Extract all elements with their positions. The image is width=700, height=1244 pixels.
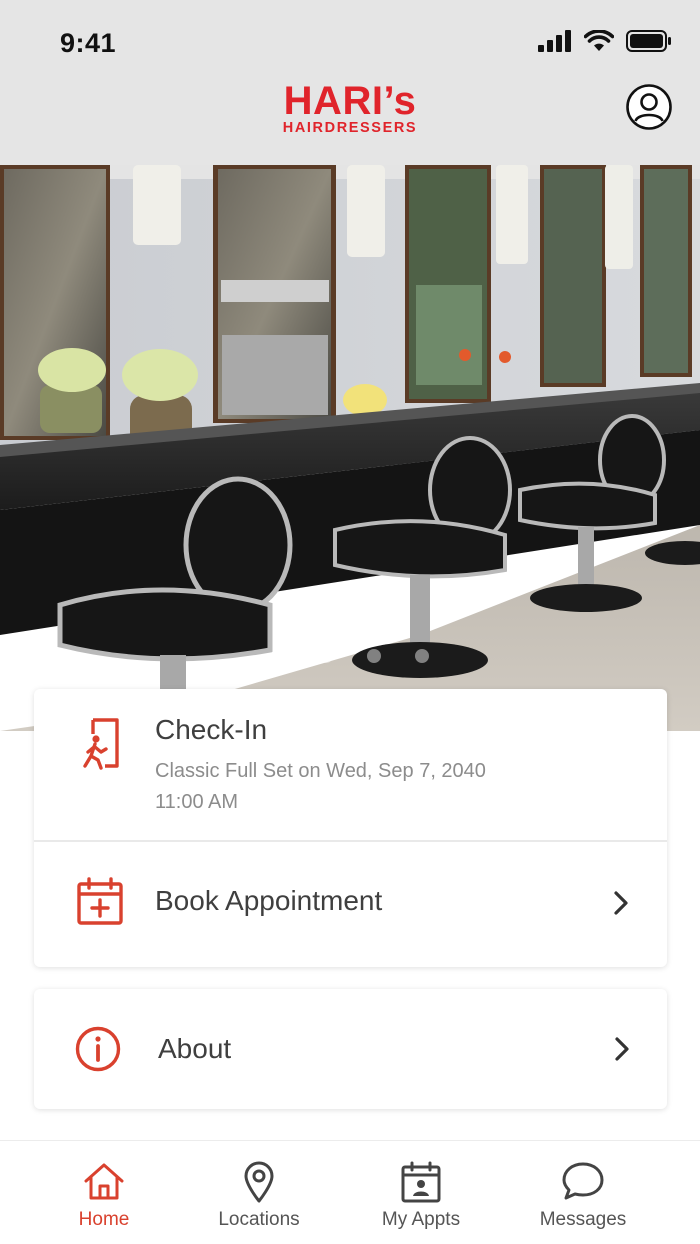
actions-card: Check-In Classic Full Set on Wed, Sep 7,…: [34, 689, 667, 967]
home-icon: [84, 1163, 124, 1200]
calendar-person-icon: [401, 1161, 441, 1203]
carousel-dot-3[interactable]: [367, 649, 381, 663]
chevron-right-icon: [614, 891, 628, 915]
profile-button[interactable]: [626, 84, 672, 130]
carousel-dot-2[interactable]: [319, 649, 333, 663]
about-title: About: [158, 1033, 232, 1064]
about-card[interactable]: About: [34, 989, 667, 1109]
hero-carousel[interactable]: [0, 165, 700, 731]
logo-main-text: HARI’s: [283, 79, 417, 123]
tab-messages-label: Messages: [539, 1209, 627, 1230]
tab-my-appts-label: My Appts: [381, 1209, 461, 1230]
tab-locations[interactable]: Locations: [184, 1141, 334, 1244]
carousel-dot-1[interactable]: [271, 649, 285, 663]
top-bar: 9:41 HARI’s HAIRDRESSERS: [0, 0, 700, 165]
checkin-detail-line2: 11:00 AM: [155, 791, 239, 813]
checkin-detail-line1: Classic Full Set on Wed, Sep 7, 2040: [155, 760, 486, 782]
status-icons: [538, 30, 672, 52]
status-time: 9:41: [60, 28, 117, 58]
battery-icon: [626, 30, 671, 52]
calendar-plus-icon: [77, 877, 123, 925]
book-appointment-title: Book Appointment: [155, 885, 383, 916]
chat-bubble-icon: [562, 1162, 604, 1200]
salon-photo: [0, 165, 700, 731]
logo-sub-text: HAIRDRESSERS: [282, 120, 418, 136]
wifi-icon: [584, 30, 614, 51]
book-appointment-row[interactable]: Book Appointment: [34, 841, 667, 967]
tab-messages[interactable]: Messages: [508, 1141, 658, 1244]
tab-bar: Home Locations My Appts Messages: [0, 1140, 700, 1244]
tab-locations-label: Locations: [218, 1209, 300, 1230]
chevron-right-icon: [615, 1037, 629, 1061]
door-walk-in-icon: [83, 718, 119, 770]
user-circle-icon: [626, 84, 672, 130]
tab-home[interactable]: Home: [29, 1141, 179, 1244]
tab-home-label: Home: [78, 1209, 130, 1230]
carousel-dots[interactable]: [0, 649, 700, 663]
cellular-signal-icon: [538, 30, 571, 52]
info-circle-icon: [75, 1026, 121, 1072]
checkin-title: Check-In: [155, 714, 268, 745]
tab-my-appts[interactable]: My Appts: [346, 1141, 496, 1244]
brand-logo: HARI’s HAIRDRESSERS: [0, 79, 700, 136]
carousel-dot-4[interactable]: [415, 649, 429, 663]
map-pin-icon: [244, 1161, 274, 1203]
checkin-row[interactable]: Check-In Classic Full Set on Wed, Sep 7,…: [34, 689, 667, 840]
